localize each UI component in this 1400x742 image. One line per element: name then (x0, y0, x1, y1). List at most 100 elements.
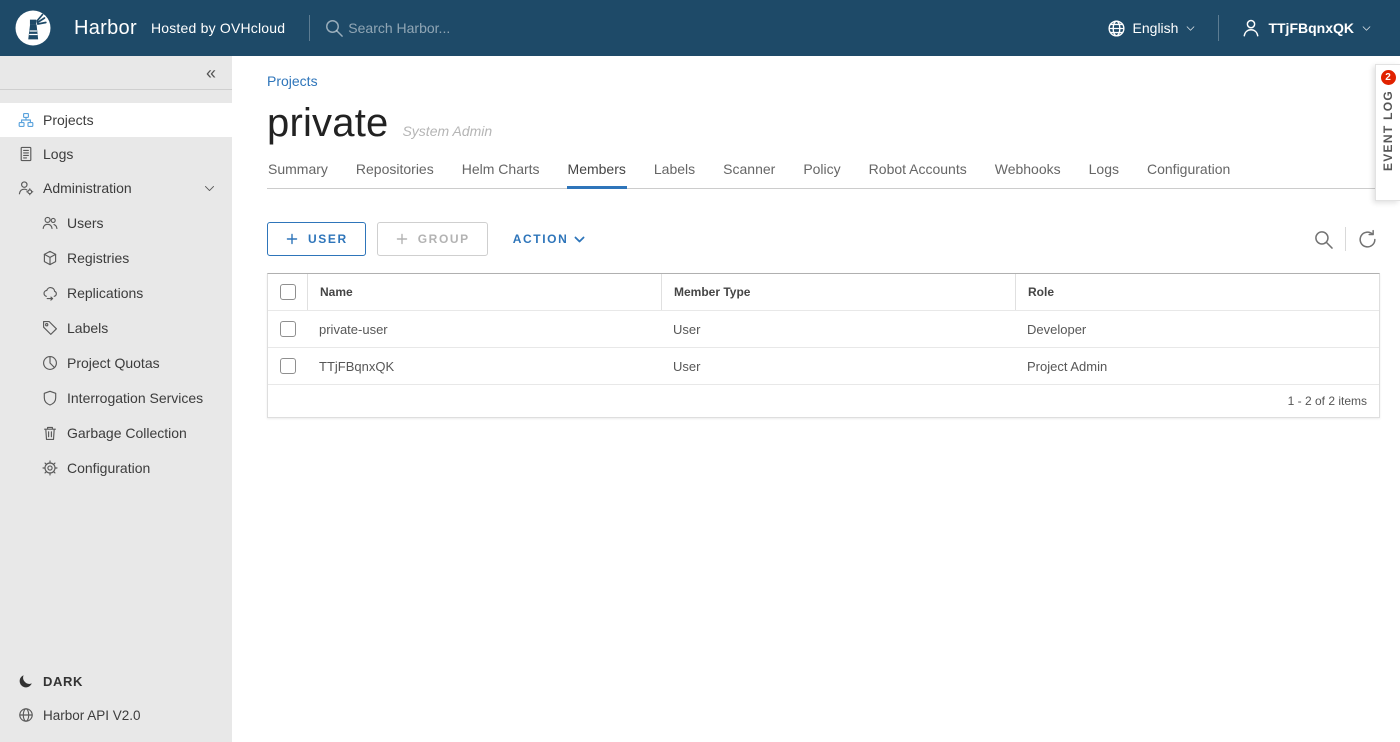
sidebar-subitem-label: Users (67, 215, 104, 231)
cell-name: private-user (307, 322, 661, 337)
sidebar-item-label: Administration (43, 180, 132, 196)
row-checkbox[interactable] (280, 321, 296, 337)
sidebar: « Projects Logs Administration Users Reg… (0, 56, 232, 742)
sidebar-item-users[interactable]: Users (0, 205, 232, 240)
globe-icon (1107, 19, 1126, 38)
administrator-icon (18, 180, 34, 196)
search-icon (324, 18, 344, 38)
sidebar-item-configuration[interactable]: Configuration (0, 450, 232, 485)
app-title[interactable]: Harbor (74, 17, 137, 40)
members-toolbar: USER GROUP ACTION (267, 222, 1380, 256)
sidebar-subitem-label: Interrogation Services (67, 390, 203, 406)
chevron-down-icon (1185, 23, 1196, 34)
sidebar-subitem-label: Garbage Collection (67, 425, 187, 441)
moon-icon (18, 673, 34, 689)
global-search-input[interactable] (348, 20, 578, 36)
language-menu[interactable]: English (1107, 19, 1197, 38)
page-title: private (267, 101, 388, 146)
column-header-name[interactable]: Name (307, 274, 661, 310)
registries-icon (42, 250, 58, 266)
sidebar-item-administration[interactable]: Administration (0, 171, 232, 205)
add-group-button[interactable]: GROUP (377, 222, 488, 256)
cell-member-type: User (661, 322, 1015, 337)
username-label: TTjFBqnxQK (1268, 20, 1354, 36)
tab-logs[interactable]: Logs (1088, 161, 1120, 188)
sidebar-item-label: Projects (43, 112, 94, 128)
refresh-icon[interactable] (1357, 229, 1378, 250)
tab-configuration[interactable]: Configuration (1146, 161, 1231, 188)
add-user-button[interactable]: USER (267, 222, 366, 256)
sidebar-item-interrogation-services[interactable]: Interrogation Services (0, 380, 232, 415)
sidebar-item-projects[interactable]: Projects (0, 103, 232, 137)
theme-toggle-label: DARK (43, 674, 83, 689)
cell-name: TTjFBqnxQK (307, 359, 661, 374)
table-row[interactable]: private-user User Developer (268, 310, 1379, 347)
sidebar-collapse-icon[interactable]: « (206, 64, 216, 82)
main-content: Projects private System Admin Summary Re… (232, 56, 1400, 742)
sidebar-collapse-row: « (0, 56, 232, 90)
sidebar-subitem-label: Registries (67, 250, 129, 266)
column-header-role[interactable]: Role (1015, 274, 1379, 310)
pagination-summary: 1 - 2 of 2 items (1288, 394, 1367, 408)
sidebar-item-registries[interactable]: Registries (0, 240, 232, 275)
sidebar-item-labels[interactable]: Labels (0, 310, 232, 345)
title-role-badge: System Admin (402, 123, 492, 139)
event-log-tab[interactable]: 2 EVENT LOG (1375, 64, 1400, 201)
plus-icon (285, 232, 299, 246)
sidebar-subitem-label: Project Quotas (67, 355, 160, 371)
event-log-label: EVENT LOG (1381, 90, 1395, 171)
trash-icon (42, 425, 58, 441)
event-log-badge: 2 (1381, 70, 1396, 85)
select-all-cell (268, 274, 307, 310)
tab-summary[interactable]: Summary (267, 161, 329, 188)
table-row[interactable]: TTjFBqnxQK User Project Admin (268, 347, 1379, 384)
tab-scanner[interactable]: Scanner (722, 161, 776, 188)
theme-toggle[interactable]: DARK (0, 664, 232, 698)
tab-policy[interactable]: Policy (802, 161, 841, 188)
chevron-down-icon (573, 233, 586, 246)
tab-members[interactable]: Members (567, 161, 627, 189)
sidebar-nav: Projects Logs Administration Users Regis… (0, 103, 232, 485)
harbor-app: Harbor Hosted by OVHcloud English TTjFBq… (0, 0, 1400, 742)
harbor-logo-icon[interactable] (14, 9, 52, 47)
sidebar-item-garbage-collection[interactable]: Garbage Collection (0, 415, 232, 450)
chevron-down-icon (1361, 23, 1372, 34)
sidebar-subitem-label: Labels (67, 320, 108, 336)
table-body: private-user User Developer TTjFBqnxQK U… (268, 310, 1379, 384)
members-table: Name Member Type Role private-user User … (267, 273, 1380, 418)
tab-labels[interactable]: Labels (653, 161, 696, 188)
users-icon (42, 215, 58, 231)
tab-helm-charts[interactable]: Helm Charts (461, 161, 541, 188)
app-subtitle: Hosted by OVHcloud (151, 20, 285, 36)
tab-robot-accounts[interactable]: Robot Accounts (868, 161, 968, 188)
sidebar-item-logs[interactable]: Logs (0, 137, 232, 171)
select-all-checkbox[interactable] (280, 284, 296, 300)
header-divider (309, 15, 310, 41)
user-icon (1241, 18, 1261, 38)
action-dropdown[interactable]: ACTION (513, 232, 587, 246)
row-checkbox[interactable] (280, 358, 296, 374)
project-tabs: Summary Repositories Helm Charts Members… (267, 161, 1380, 189)
sidebar-bottom: DARK Harbor API V2.0 (0, 664, 232, 742)
filter-search-icon[interactable] (1313, 229, 1334, 250)
user-menu[interactable]: TTjFBqnxQK (1241, 18, 1372, 38)
quotas-icon (42, 355, 58, 371)
table-header-row: Name Member Type Role (268, 274, 1379, 310)
chevron-down-icon (203, 182, 216, 195)
replications-icon (42, 285, 58, 301)
api-link[interactable]: Harbor API V2.0 (0, 698, 232, 732)
breadcrumb[interactable]: Projects (267, 73, 318, 89)
sidebar-item-replications[interactable]: Replications (0, 275, 232, 310)
table-footer: 1 - 2 of 2 items (268, 384, 1379, 417)
sidebar-item-project-quotas[interactable]: Project Quotas (0, 345, 232, 380)
plus-icon (395, 232, 409, 246)
tab-repositories[interactable]: Repositories (355, 161, 435, 188)
column-header-member-type[interactable]: Member Type (661, 274, 1015, 310)
app-header: Harbor Hosted by OVHcloud English TTjFBq… (0, 0, 1400, 56)
tab-webhooks[interactable]: Webhooks (994, 161, 1062, 188)
toolbar-divider (1345, 227, 1346, 251)
global-search (324, 18, 578, 38)
shield-icon (42, 390, 58, 406)
api-globe-icon (18, 707, 34, 723)
sidebar-item-label: Logs (43, 146, 73, 162)
